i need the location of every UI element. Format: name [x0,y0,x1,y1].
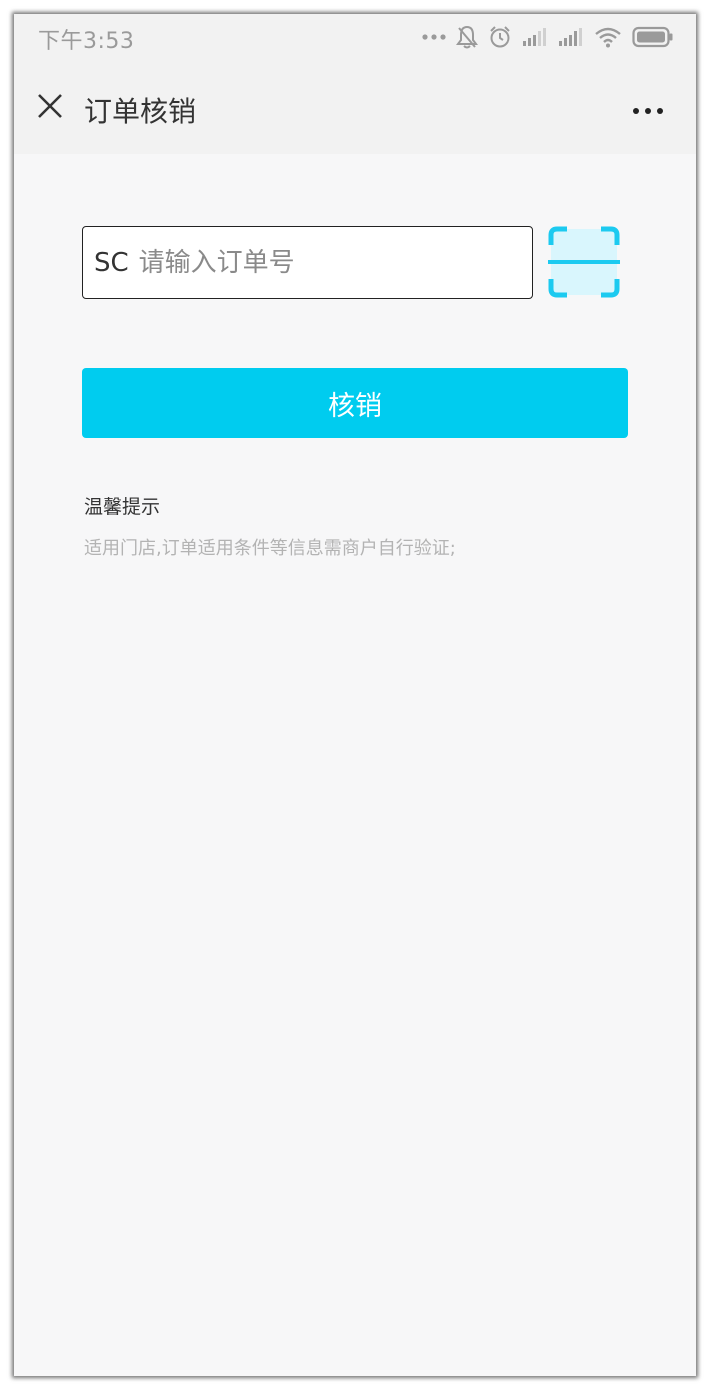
more-button[interactable] [628,94,668,124]
status-bar: 下午3:53 [14,14,696,60]
wifi-icon [594,26,622,48]
order-number-field: SC [82,226,533,299]
order-prefix: SC [94,247,129,278]
scan-icon [548,226,620,302]
status-icons [422,22,674,52]
more-icon [632,100,664,119]
page-title: 订单核销 [84,95,197,128]
signal-icon [558,27,584,47]
tips-text: 适用门店,订单适用条件等信息需商户自行验证; [84,538,456,559]
phone-screen: 下午3:53 订单核销 SC 请输入订单号 核销 温馨提示 适用门店,订单适用条… [14,14,696,1376]
more-dots-icon [422,33,446,41]
tips-title: 温馨提示 [84,496,161,518]
close-button[interactable] [32,90,68,126]
battery-icon [632,26,674,48]
order-input-row: SC [82,226,622,300]
alarm-icon [488,25,512,49]
nav-bar: 订单核销 [14,60,696,154]
close-icon [36,92,64,124]
scan-button[interactable] [548,226,620,298]
bell-off-icon [456,25,478,49]
order-number-input[interactable] [138,232,499,293]
signal-icon [522,27,548,47]
verify-button[interactable]: 核销 [82,368,628,438]
status-time: 下午3:53 [38,29,135,54]
